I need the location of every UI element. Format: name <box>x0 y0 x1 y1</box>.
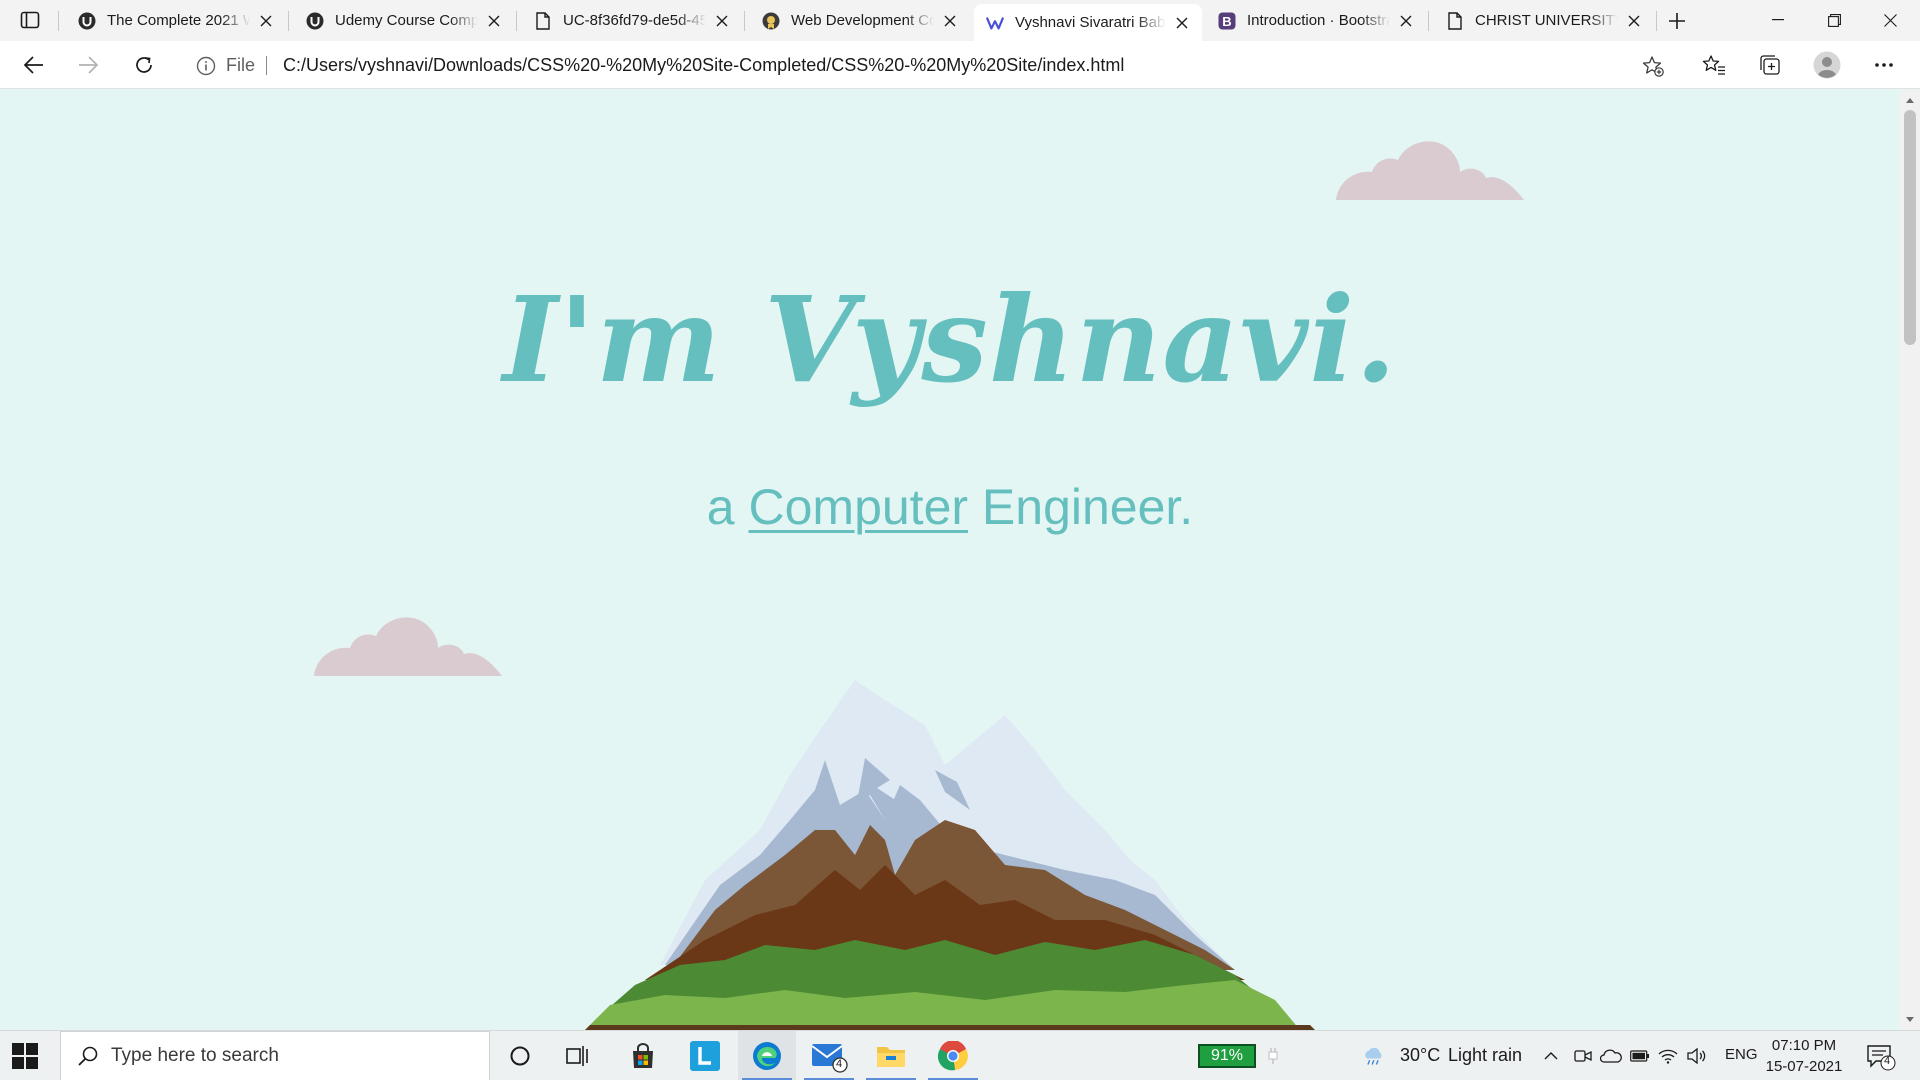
udemy-icon <box>306 12 324 30</box>
volume-speaker-icon[interactable] <box>1686 1045 1708 1067</box>
close-tab-icon[interactable] <box>256 11 276 31</box>
cloud-top-right <box>1336 141 1524 200</box>
close-window-icon[interactable] <box>1862 0 1918 40</box>
v-logo-icon <box>986 14 1004 32</box>
tab-title: The Complete 2021 Web Development Bootca… <box>107 12 250 29</box>
tab-title: Vyshnavi Sivaratri Babu <box>1015 14 1166 31</box>
tab-separator <box>1656 11 1657 31</box>
taskbar-search-box[interactable]: Type here to search <box>60 1031 490 1080</box>
scroll-up-arrow-icon[interactable] <box>1905 96 1915 104</box>
udemy-icon <box>78 12 96 30</box>
subtitle-prefix: a <box>706 479 749 535</box>
tab-separator <box>1428 11 1429 31</box>
file-explorer-icon[interactable] <box>862 1031 920 1080</box>
info-icon[interactable] <box>196 56 216 76</box>
clock-date: 15-07-2021 <box>1765 1058 1843 1075</box>
wifi-icon[interactable] <box>1657 1045 1679 1067</box>
new-tab-plus-icon[interactable] <box>1662 8 1692 34</box>
weather-description[interactable]: Light rain <box>1448 1045 1522 1066</box>
search-placeholder: Type here to search <box>111 1045 279 1066</box>
tab-separator <box>288 11 289 31</box>
show-hidden-icons-chevron-icon[interactable] <box>1540 1045 1562 1067</box>
page-title: I'm Vyshnavi. <box>502 270 1398 409</box>
scroll-down-arrow-icon[interactable] <box>1905 1016 1915 1024</box>
windows-taskbar: Type here to search 4 91% 30°C Light rai… <box>0 1030 1920 1080</box>
badge-icon <box>762 12 780 30</box>
tab-title: Udemy Course Completion Certificate <box>335 12 478 29</box>
windows-start-icon[interactable] <box>12 1043 38 1069</box>
mountain-illustration <box>585 680 1315 1030</box>
refresh-icon[interactable] <box>126 49 162 81</box>
notifications-icon[interactable]: 4 <box>1866 1043 1896 1071</box>
meet-now-icon[interactable] <box>1572 1045 1594 1067</box>
url-text[interactable]: C:/Users/vyshnavi/Downloads/CSS%20-%20My… <box>283 55 1124 76</box>
page-icon <box>534 11 552 30</box>
onedrive-cloud-icon[interactable] <box>1600 1045 1622 1067</box>
microsoft-store-icon[interactable] <box>614 1031 672 1080</box>
address-separator <box>266 56 267 75</box>
minimize-icon[interactable] <box>1750 0 1806 40</box>
battery-percent-widget[interactable]: 91% <box>1198 1044 1256 1068</box>
close-tab-icon[interactable] <box>1396 11 1416 31</box>
forward-arrow-icon[interactable] <box>70 49 106 81</box>
bootstrap-icon: B <box>1218 12 1236 30</box>
add-favorite-star-icon[interactable] <box>1642 55 1664 77</box>
tab-udemy-bootcamp[interactable]: The Complete 2021 Web Development Bootca… <box>66 2 286 39</box>
mail-icon[interactable]: 4 <box>800 1031 858 1080</box>
subtitle-suffix: Engineer. <box>968 479 1194 535</box>
profile-avatar-icon[interactable] <box>1813 51 1841 79</box>
tab-christ-university[interactable]: CHRIST UNIVERSITY <box>1434 2 1654 39</box>
svg-text:B: B <box>1222 14 1231 29</box>
chrome-icon[interactable] <box>924 1031 982 1080</box>
restore-icon[interactable] <box>1806 0 1862 40</box>
tab-uc-document[interactable]: UC-8f36fd79-de5d-45 <box>522 2 742 39</box>
tab-udemy-certificate[interactable]: Udemy Course Completion Certificate <box>294 2 514 39</box>
close-tab-icon[interactable] <box>1624 11 1644 31</box>
notification-count: 4 <box>1884 1055 1891 1067</box>
tab-separator <box>58 11 59 31</box>
weather-rain-icon[interactable] <box>1362 1045 1384 1067</box>
more-options-icon[interactable] <box>1870 52 1898 78</box>
tab-title: CHRIST UNIVERSITY <box>1475 12 1618 29</box>
cloud-left <box>314 617 502 676</box>
close-tab-icon[interactable] <box>484 11 504 31</box>
page-subtitle: a Computer Engineer. <box>0 478 1900 536</box>
input-language-indicator[interactable]: ENG <box>1725 1046 1758 1063</box>
l-app-icon[interactable] <box>676 1031 734 1080</box>
tab-separator <box>744 11 745 31</box>
collections-icon[interactable] <box>1756 52 1784 78</box>
browser-toolbar: File C:/Users/vyshnavi/Downloads/CSS%20-… <box>0 41 1920 89</box>
close-tab-icon[interactable] <box>940 11 960 31</box>
back-arrow-icon[interactable] <box>16 49 52 81</box>
site-scheme-label: File <box>226 55 256 75</box>
edge-browser-icon[interactable] <box>738 1031 796 1080</box>
task-view-icon[interactable] <box>549 1031 607 1080</box>
computer-link[interactable]: Computer <box>749 479 969 535</box>
tab-title: Web Development Course <box>791 12 934 29</box>
favorites-icon[interactable] <box>1700 52 1728 78</box>
page-icon <box>1446 11 1464 30</box>
battery-icon[interactable] <box>1629 1045 1651 1067</box>
vertical-scrollbar[interactable] <box>1900 90 1920 1030</box>
tab-strip: The Complete 2021 Web Development Bootca… <box>0 0 1920 41</box>
tab-web-dev-course[interactable]: Web Development Course <box>750 2 970 39</box>
address-bar[interactable]: File C:/Users/vyshnavi/Downloads/CSS%20-… <box>180 46 1680 84</box>
tab-title: UC-8f36fd79-de5d-45 <box>563 12 706 29</box>
weather-temperature[interactable]: 30°C <box>1400 1045 1440 1066</box>
power-plug-icon <box>1262 1045 1284 1067</box>
tab-actions-icon[interactable] <box>12 8 48 32</box>
cortana-icon[interactable] <box>491 1031 549 1080</box>
tab-vyshnavi-active[interactable]: Vyshnavi Sivaratri Babu <box>974 4 1202 41</box>
mail-badge-count: 4 <box>836 1058 843 1070</box>
tab-bootstrap[interactable]: B Introduction · Bootstrap <box>1206 2 1426 39</box>
close-tab-icon[interactable] <box>712 11 732 31</box>
clock-time: 07:10 PM <box>1771 1037 1837 1054</box>
search-icon <box>75 1043 101 1069</box>
close-tab-icon[interactable] <box>1172 13 1192 33</box>
tab-title: Introduction · Bootstrap <box>1247 12 1390 29</box>
scrollbar-thumb[interactable] <box>1904 110 1916 345</box>
taskbar-clock[interactable]: 07:10 PM 15-07-2021 <box>1762 1035 1846 1077</box>
page-viewport: I'm Vyshnavi. a Computer Engineer. <box>0 90 1900 1030</box>
tab-separator <box>516 11 517 31</box>
